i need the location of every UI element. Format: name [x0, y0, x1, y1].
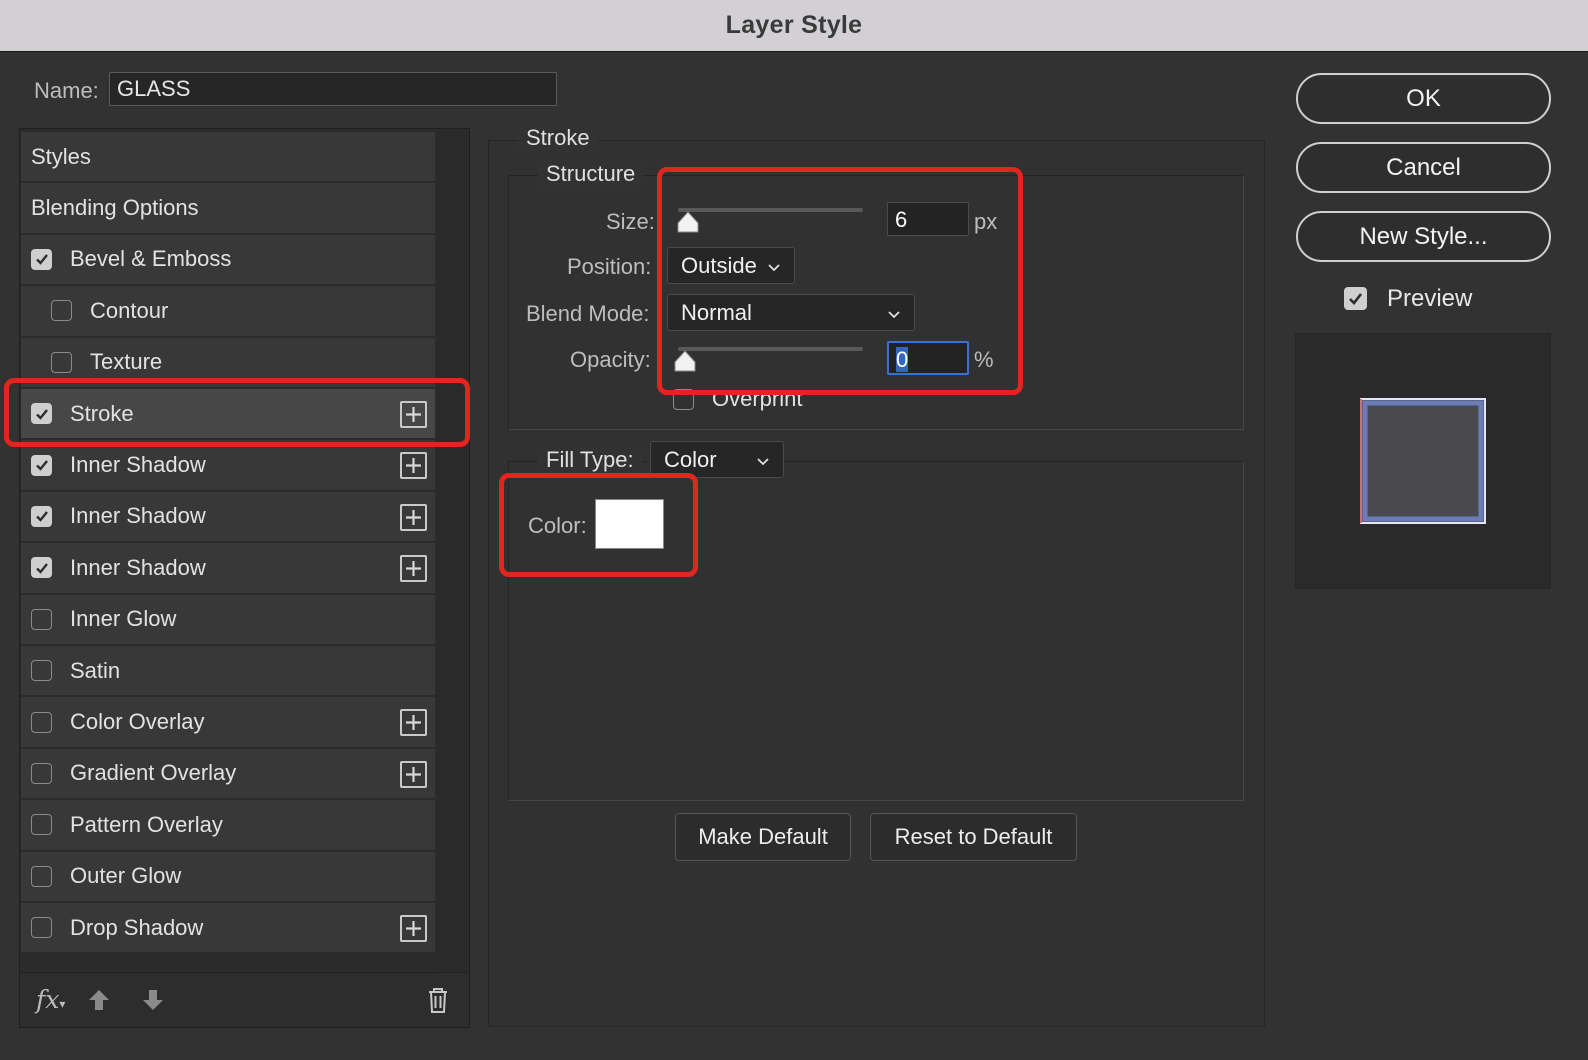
name-input[interactable]: GLASS: [109, 72, 557, 106]
opacity-label: Opacity:: [570, 347, 651, 372]
styles-list-checkbox[interactable]: [31, 762, 52, 784]
styles-list-item[interactable]: Inner Glow: [21, 594, 435, 645]
styles-list-item-label: Contour: [90, 297, 169, 323]
arrow-up-icon[interactable]: [86, 987, 112, 1018]
add-effect-icon[interactable]: [400, 760, 427, 788]
stroke-panel-title: Stroke: [518, 125, 598, 151]
styles-list-checkbox[interactable]: [31, 557, 52, 579]
styles-list-checkbox[interactable]: [31, 865, 52, 887]
title-bar: Layer Style: [0, 0, 1588, 52]
styles-list-toolbar: fx▾: [20, 972, 469, 1027]
fx-icon[interactable]: fx▾: [36, 985, 65, 1014]
styles-list-item-label: Inner Shadow: [70, 452, 206, 478]
styles-list-checkbox[interactable]: [31, 608, 52, 630]
styles-list-item[interactable]: Pattern Overlay: [21, 800, 435, 851]
styles-list-item-label: Blending Options: [31, 195, 199, 221]
styles-list-item[interactable]: Bevel & Emboss: [21, 234, 435, 286]
window-title: Layer Style: [725, 11, 863, 39]
styles-list-item[interactable]: Inner Shadow: [21, 491, 435, 543]
add-effect-icon[interactable]: [400, 452, 427, 480]
styles-list-item-label: Color Overlay: [70, 709, 205, 735]
styles-list-item-label: Drop Shadow: [70, 914, 204, 940]
styles-list-item[interactable]: Color Overlay: [21, 697, 435, 748]
styles-list-checkbox[interactable]: [31, 917, 52, 939]
styles-list-item-label: Bevel & Emboss: [70, 246, 232, 272]
new-style-button[interactable]: New Style...: [1296, 211, 1551, 262]
preview-label: Preview: [1387, 285, 1473, 312]
styles-list-item[interactable]: Outer Glow: [21, 851, 435, 902]
styles-list-item[interactable]: Blending Options: [21, 183, 435, 234]
position-label: Position:: [567, 254, 652, 279]
styles-list-checkbox[interactable]: [31, 814, 52, 836]
preview-swatch: [1360, 398, 1486, 524]
styles-list-item-label: Inner Shadow: [70, 503, 206, 529]
make-default-button[interactable]: Make Default: [675, 813, 851, 861]
styles-list-item[interactable]: Drop Shadow: [21, 903, 435, 954]
highlight-color: [499, 473, 698, 577]
add-effect-icon[interactable]: [400, 503, 427, 531]
structure-legend: Structure: [538, 161, 644, 187]
styles-list-item-label: Outer Glow: [70, 863, 182, 889]
styles-list-checkbox[interactable]: [51, 351, 72, 373]
styles-list-item-label: Inner Glow: [70, 606, 177, 632]
arrow-down-icon[interactable]: [140, 987, 166, 1018]
styles-list-item-label: Satin: [70, 657, 121, 683]
reset-to-default-button[interactable]: Reset to Default: [870, 813, 1077, 861]
name-label: Name:: [34, 78, 99, 103]
styles-list-checkbox[interactable]: [51, 300, 72, 322]
styles-list-item[interactable]: Inner Shadow: [21, 543, 435, 594]
styles-list-item[interactable]: Contour: [21, 286, 435, 337]
styles-list-item[interactable]: Inner Shadow: [21, 440, 435, 491]
add-effect-icon[interactable]: [400, 709, 427, 737]
styles-list-item-label: Gradient Overlay: [70, 760, 237, 786]
styles-list-checkbox[interactable]: [31, 248, 52, 270]
size-label: Size:: [606, 209, 655, 234]
chevron-down-icon: [756, 447, 770, 473]
styles-list-checkbox[interactable]: [31, 660, 52, 682]
trash-icon[interactable]: [426, 986, 450, 1019]
ok-button[interactable]: OK: [1296, 73, 1551, 124]
fill-type-label: Fill Type:: [538, 447, 642, 473]
styles-list-scrollbar[interactable]: [437, 132, 467, 972]
styles-list-item-label: Pattern Overlay: [70, 811, 223, 837]
styles-list-item-label: Styles: [31, 143, 91, 169]
styles-list-item[interactable]: Styles: [21, 132, 435, 183]
add-effect-icon[interactable]: [400, 555, 427, 583]
styles-list-item[interactable]: Gradient Overlay: [21, 748, 435, 800]
add-effect-icon[interactable]: [400, 915, 427, 942]
styles-list-checkbox[interactable]: [31, 454, 52, 476]
blend-mode-label: Blend Mode:: [526, 301, 650, 326]
style-preview: [1295, 333, 1551, 589]
styles-list-checkbox[interactable]: [31, 711, 52, 733]
cancel-button[interactable]: Cancel: [1296, 142, 1551, 193]
highlight-structure: [657, 167, 1023, 395]
highlight-stroke-item: [4, 378, 470, 447]
styles-list-checkbox[interactable]: [31, 505, 52, 527]
fill-type-select-value: Color: [664, 446, 717, 472]
styles-list-item[interactable]: Satin: [21, 646, 435, 697]
preview-checkbox[interactable]: [1344, 287, 1367, 310]
styles-list-item-label: Texture: [90, 349, 163, 375]
styles-list-item-label: Inner Shadow: [70, 554, 206, 580]
